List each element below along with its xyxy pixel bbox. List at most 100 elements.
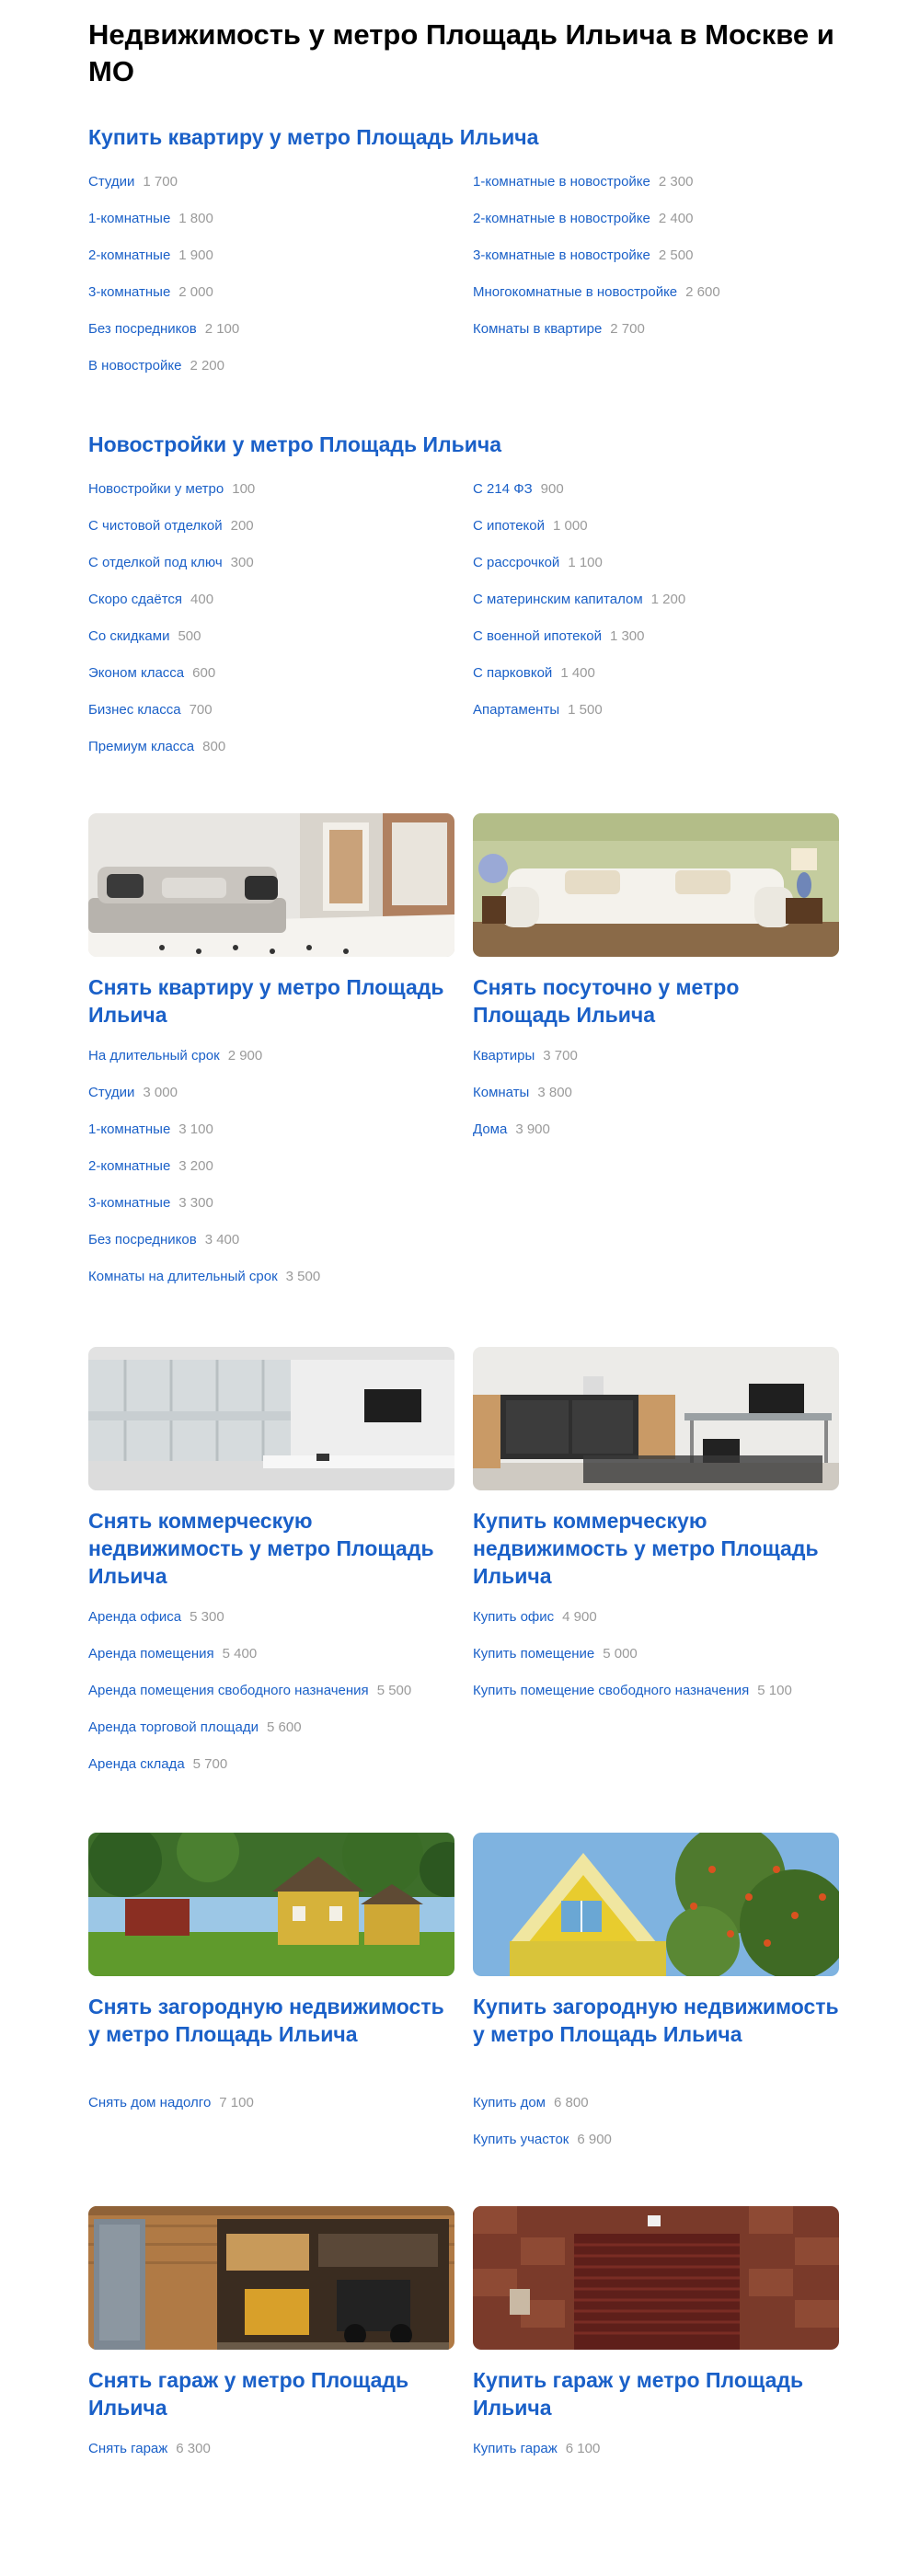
garage-door-photo[interactable]	[473, 2206, 839, 2350]
new-buildings-link[interactable]: Премиум класса	[88, 739, 194, 754]
new-buildings-link-item: С отделкой под ключ 300	[88, 554, 456, 591]
rent-garage-list: Снять гараж 6 300	[88, 2440, 456, 2477]
listing-count: 2 700	[610, 321, 645, 337]
listing-count: 3 700	[543, 1048, 578, 1064]
new-buildings-link[interactable]: С военной ипотекой	[473, 628, 602, 644]
rent-flat-link[interactable]: 2-комнатные	[88, 1158, 170, 1174]
section-title-rent-country[interactable]: Снять загородную недвижимость у метро Пл…	[88, 1993, 454, 2048]
sofa-photo[interactable]	[473, 813, 839, 957]
new-buildings-link[interactable]: Новостройки у метро	[88, 481, 224, 497]
section-title-rent-daily[interactable]: Снять посуточно у метро Площадь Ильича	[473, 973, 839, 1029]
buy-flat-left-list: Студии 1 700 1-комнатные 1 800 2-комнатные 1 …	[88, 173, 456, 394]
listing-count: 2 100	[204, 321, 240, 337]
rent-daily-link[interactable]: Комнаты	[473, 1085, 529, 1100]
new-buildings-link[interactable]: Со скидками	[88, 628, 169, 644]
rent-daily-link[interactable]: Дома	[473, 1121, 507, 1137]
buy-flat-link[interactable]: 3-комнатные в новостройке	[473, 247, 650, 263]
buy-flat-link[interactable]: 2-комнатные	[88, 247, 170, 263]
rent-flat-link[interactable]: Комнаты на длительный срок	[88, 1269, 278, 1284]
office-photo[interactable]	[88, 1347, 454, 1490]
living-room-photo[interactable]	[88, 813, 454, 957]
buy-country-link-item: Купить дом 6 800	[473, 2094, 841, 2131]
listing-count: 2 200	[190, 358, 224, 374]
office-furniture-image	[473, 1347, 839, 1490]
new-buildings-link[interactable]: Апартаменты	[473, 702, 559, 718]
buy-flat-link[interactable]: 2-комнатные в новостройке	[473, 211, 650, 226]
buy-flat-link[interactable]: 1-комнатные в новостройке	[473, 174, 650, 190]
country-house-image	[88, 1833, 454, 1976]
buy-flat-link[interactable]: Без посредников	[88, 321, 197, 337]
buy-flat-link-item: 2-комнатные в новостройке 2 400	[473, 210, 841, 247]
new-buildings-link[interactable]: С рассрочкой	[473, 555, 559, 570]
listing-count: 5 300	[190, 1609, 224, 1625]
buy-flat-link[interactable]: В новостройке	[88, 358, 181, 374]
rent-flat-link[interactable]: На длительный срок	[88, 1048, 220, 1064]
rent-commercial-link[interactable]: Аренда офиса	[88, 1609, 181, 1625]
yellow-house-photo[interactable]	[473, 1833, 839, 1976]
new-buildings-link[interactable]: С ипотекой	[473, 518, 545, 534]
rent-garage-link[interactable]: Снять гараж	[88, 2441, 167, 2456]
listing-count: 800	[202, 739, 226, 754]
rent-daily-link[interactable]: Квартиры	[473, 1048, 535, 1064]
rent-flat-link[interactable]: 3-комнатные	[88, 1195, 170, 1211]
new-buildings-link[interactable]: С парковкой	[473, 665, 552, 681]
office-furniture-photo[interactable]	[473, 1347, 839, 1490]
new-buildings-link[interactable]: С материнским капиталом	[473, 592, 643, 607]
buy-flat-link[interactable]: 3-комнатные	[88, 284, 170, 300]
listing-count: 3 300	[178, 1195, 213, 1211]
buy-country-link[interactable]: Купить участок	[473, 2132, 569, 2147]
new-buildings-link-item: Новостройки у метро 100	[88, 480, 456, 517]
section-title-rent-flat[interactable]: Снять квартиру у метро Площадь Ильича	[88, 973, 454, 1029]
buy-garage-link-item: Купить гараж 6 100	[473, 2440, 841, 2477]
buy-flat-link[interactable]: Студии	[88, 174, 134, 190]
rent-commercial-link[interactable]: Аренда торговой площади	[88, 1719, 259, 1735]
buy-flat-right-column: 1-комнатные в новостройке 2 300 2-комнатны…	[473, 173, 841, 357]
new-buildings-link[interactable]: С 214 ФЗ	[473, 481, 533, 497]
buy-garage-list: Купить гараж 6 100	[473, 2440, 841, 2477]
country-house-photo[interactable]	[88, 1833, 454, 1976]
buy-commercial-link[interactable]: Купить помещение	[473, 1646, 594, 1662]
rent-flat-link[interactable]: Студии	[88, 1085, 134, 1100]
listing-count: 2 300	[658, 174, 694, 190]
rent-flat-link[interactable]: Без посредников	[88, 1232, 197, 1248]
section-title-buy-commercial[interactable]: Купить коммерческую недвижимость у метро…	[473, 1507, 839, 1590]
new-buildings-link[interactable]: Эконом класса	[88, 665, 184, 681]
buy-commercial-link[interactable]: Купить офис	[473, 1609, 554, 1625]
new-buildings-link-item: С 214 ФЗ 900	[473, 480, 841, 517]
buy-country-column: Купить дом 6 800 Купить участок 6 900	[473, 2094, 841, 2168]
listing-count: 6 300	[176, 2441, 211, 2456]
new-buildings-link[interactable]: С чистовой отделкой	[88, 518, 223, 534]
buy-commercial-link-item: Купить офис 4 900	[473, 1608, 841, 1645]
rent-commercial-link[interactable]: Аренда склада	[88, 1756, 185, 1772]
section-title-rent-commercial[interactable]: Снять коммерческую недвижимость у метро …	[88, 1507, 454, 1590]
rent-country-link[interactable]: Снять дом надолго	[88, 2095, 211, 2110]
listing-count: 1 500	[568, 702, 603, 718]
garage-photo[interactable]	[88, 2206, 454, 2350]
listing-count: 1 000	[553, 518, 588, 534]
buy-flat-right-list: 1-комнатные в новостройке 2 300 2-комнатны…	[473, 173, 841, 357]
rent-flat-link[interactable]: 1-комнатные	[88, 1121, 170, 1137]
buy-flat-link[interactable]: 1-комнатные	[88, 211, 170, 226]
buy-country-link[interactable]: Купить дом	[473, 2095, 546, 2110]
new-buildings-link[interactable]: Скоро сдаётся	[88, 592, 182, 607]
buy-commercial-link[interactable]: Купить помещение свободного назначения	[473, 1683, 749, 1698]
buy-garage-link[interactable]: Купить гараж	[473, 2441, 558, 2456]
section-title-rent-garage[interactable]: Снять гараж у метро Площадь Ильича	[88, 2366, 454, 2421]
section-title-buy-country[interactable]: Купить загородную недвижимость у метро П…	[473, 1993, 839, 2048]
section-title-new-buildings[interactable]: Новостройки у метро Площадь Ильича	[88, 431, 501, 458]
listing-count: 2 500	[658, 247, 694, 263]
section-title-buy-flat[interactable]: Купить квартиру у метро Площадь Ильича	[88, 123, 538, 151]
rent-commercial-link[interactable]: Аренда помещения	[88, 1646, 214, 1662]
listing-count: 5 700	[192, 1756, 228, 1772]
rent-commercial-list: Аренда офиса 5 300 Аренда помещения 5 400 Ар…	[88, 1608, 456, 1792]
new-buildings-link[interactable]: С отделкой под ключ	[88, 555, 223, 570]
listing-count: 400	[190, 592, 214, 607]
listing-count: 1 200	[650, 592, 686, 607]
rent-commercial-link[interactable]: Аренда помещения свободного назначения	[88, 1683, 369, 1698]
buy-flat-link-item: 3-комнатные в новостройке 2 500	[473, 247, 841, 283]
section-title-buy-garage[interactable]: Купить гараж у метро Площадь Ильича	[473, 2366, 839, 2421]
buy-flat-link[interactable]: Многокомнатные в новостройке	[473, 284, 677, 300]
buy-flat-link[interactable]: Комнаты в квартире	[473, 321, 602, 337]
buy-flat-link-item: 2-комнатные 1 900	[88, 247, 456, 283]
new-buildings-link[interactable]: Бизнес класса	[88, 702, 181, 718]
